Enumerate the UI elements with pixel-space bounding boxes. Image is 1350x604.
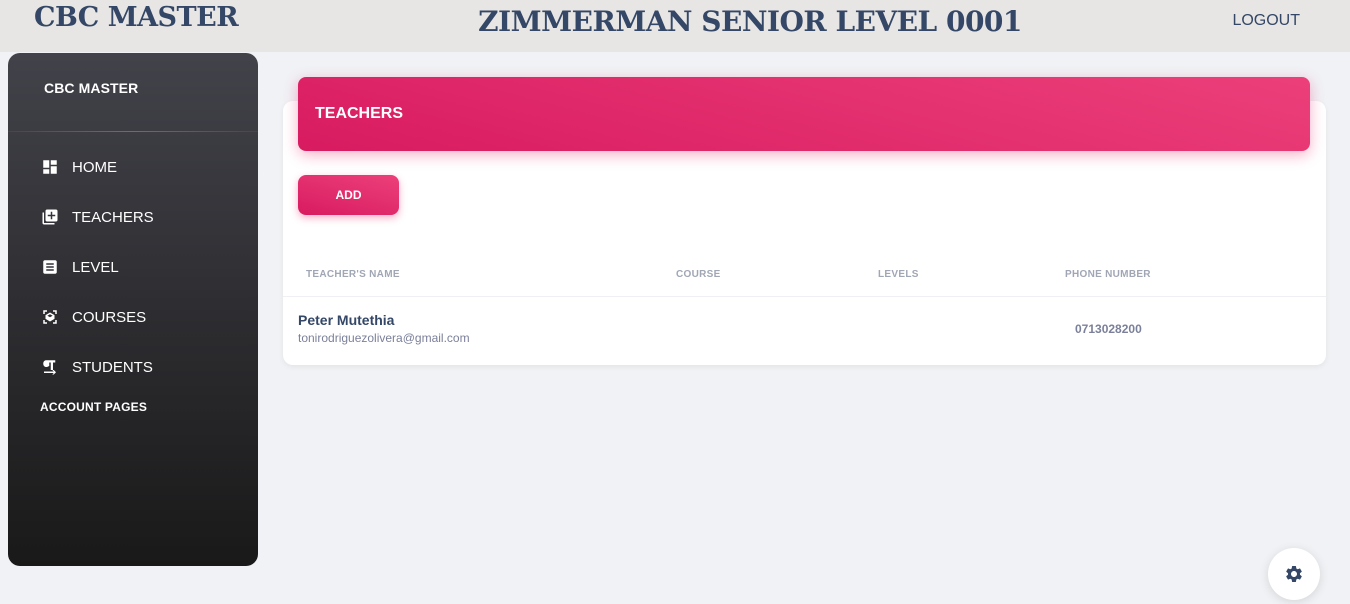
- card-header: TEACHERS: [298, 77, 1310, 151]
- sidebar-item-courses[interactable]: COURSES: [8, 292, 258, 342]
- add-button[interactable]: ADD: [298, 175, 399, 215]
- sidebar-divider: [8, 131, 258, 132]
- teacher-phone: 0713028200: [1075, 322, 1142, 336]
- teachers-icon: [40, 207, 60, 227]
- courses-icon: [40, 307, 60, 327]
- table-divider: [283, 296, 1326, 297]
- sidebar-item-label: STUDENTS: [72, 358, 153, 376]
- section-title-account-pages: ACCOUNT PAGES: [40, 400, 148, 414]
- sidebar-item-teachers[interactable]: TEACHERS: [8, 192, 258, 242]
- dashboard-icon: [40, 157, 60, 177]
- column-header-name: TEACHER'S NAME: [306, 269, 400, 280]
- column-header-phone: PHONE NUMBER: [1065, 269, 1151, 280]
- logout-link[interactable]: LOGOUT: [1232, 12, 1300, 30]
- top-bar: CBC MASTER ZIMMERMAN SENIOR LEVEL 0001 L…: [0, 0, 1350, 52]
- level-icon: [40, 257, 60, 277]
- school-title-text: ZIMMERMAN SENIOR LEVEL 0001: [478, 5, 1022, 38]
- sidebar-item-level[interactable]: LEVEL: [8, 242, 258, 292]
- column-header-course: COURSE: [676, 269, 721, 280]
- sidebar-item-label: COURSES: [72, 308, 147, 326]
- card-title: TEACHERS: [315, 105, 404, 122]
- teacher-name: Peter Mutethia: [298, 312, 395, 328]
- students-icon: [40, 357, 60, 377]
- sidebar-item-label: TEACHERS: [72, 208, 154, 226]
- gear-icon: [1286, 566, 1302, 582]
- sidebar-item-label: LEVEL: [72, 258, 119, 276]
- sidebar-item-home[interactable]: HOME: [8, 142, 258, 192]
- column-header-levels: LEVELS: [878, 269, 919, 280]
- sidebar: CBC MASTER HOME TEACHERS LEVEL COURSES S…: [8, 53, 258, 566]
- sidebar-item-students[interactable]: STUDENTS: [8, 342, 258, 392]
- sidebar-brand[interactable]: CBC MASTER: [8, 53, 258, 131]
- school-title: ZIMMERMAN SENIOR LEVEL 0001: [0, 5, 1350, 38]
- teacher-email: tonirodriguezolivera@gmail.com: [298, 331, 470, 345]
- settings-button[interactable]: [1268, 548, 1320, 600]
- sidebar-item-label: HOME: [72, 158, 117, 176]
